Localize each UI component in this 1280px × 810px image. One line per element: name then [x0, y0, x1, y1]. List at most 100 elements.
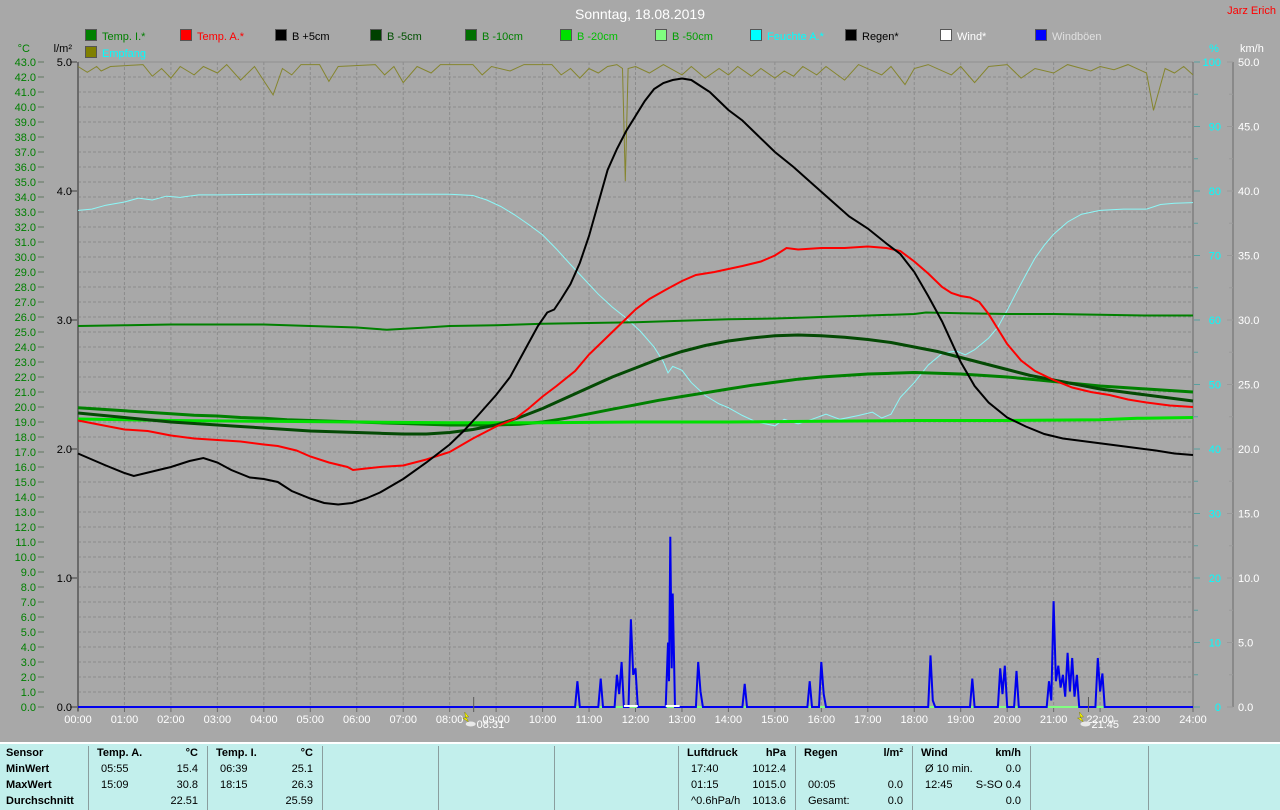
lm2-axis-label: 2.0 [57, 444, 72, 456]
kmh-axis-label: 50.0 [1238, 57, 1259, 69]
stats-col-name: Wind [921, 747, 948, 759]
stats-cell-time: 05:55 [101, 763, 129, 775]
time-axis-label: 07:00 [389, 714, 417, 726]
table-separator [678, 746, 679, 810]
temp-axis-label: 1.0 [21, 687, 36, 699]
stats-cell-time: 18:15 [220, 779, 248, 791]
stats-cell-value: S-SO 0.4 [976, 779, 1021, 791]
temp-axis-label: 33.0 [15, 207, 36, 219]
temp-axis-label: 27.0 [15, 297, 36, 309]
temp-axis-label: 14.0 [15, 492, 36, 504]
pct-axis-label: 10 [1209, 638, 1221, 650]
time-axis-label: 18:00 [900, 714, 928, 726]
table-separator [322, 746, 323, 810]
lm2-axis-label: 4.0 [57, 186, 72, 198]
time-axis-label: 17:00 [854, 714, 882, 726]
temp-axis-label: 30.0 [15, 252, 36, 264]
temp-axis-label: 28.0 [15, 282, 36, 294]
table-separator [912, 746, 913, 810]
kmh-axis-label: 5.0 [1238, 638, 1253, 650]
lm2-axis-label: 5.0 [57, 57, 72, 69]
stats-col-unit: l/m² [883, 747, 903, 759]
stats-cell-time: 12:45 [925, 779, 953, 791]
time-axis-label: 14:00 [715, 714, 743, 726]
lm2-axis-label: 3.0 [57, 315, 72, 327]
stats-cell-value: 0.0 [1006, 763, 1021, 775]
temp-axis-label: 31.0 [15, 237, 36, 249]
stats-cell-value: 22.51 [170, 795, 198, 807]
pct-axis-label: 30 [1209, 509, 1221, 521]
temp-axis-label: 36.0 [15, 162, 36, 174]
time-axis-label: 21:00 [1040, 714, 1068, 726]
temp-axis-label: 2.0 [21, 672, 36, 684]
table-separator [88, 746, 89, 810]
temp-axis-label: 32.0 [15, 222, 36, 234]
temp-axis-label: 20.0 [15, 402, 36, 414]
time-axis-label: 03:00 [204, 714, 232, 726]
time-axis-label: 12:00 [622, 714, 650, 726]
time-axis-label: 20:00 [993, 714, 1021, 726]
stats-cell-value: 15.4 [177, 763, 198, 775]
time-axis-label: 06:00 [343, 714, 371, 726]
temp-axis-label: 0.0 [21, 702, 36, 714]
time-axis-label: 01:00 [111, 714, 139, 726]
temp-axis-label: 40.0 [15, 102, 36, 114]
kmh-axis-label: 40.0 [1238, 186, 1259, 198]
sunrise-icon [463, 712, 476, 727]
pct-axis-label: 60 [1209, 315, 1221, 327]
temp-axis-label: 29.0 [15, 267, 36, 279]
temp-axis-label: 34.0 [15, 192, 36, 204]
stats-cell-value: 25.1 [292, 763, 313, 775]
stats-cell-time: 17:40 [691, 763, 719, 775]
stats-cell-value: 0.0 [1006, 795, 1021, 807]
temp-axis-label: 8.0 [21, 582, 36, 594]
kmh-axis-label: 10.0 [1238, 573, 1259, 585]
marker-time-label: 21:45 [1091, 719, 1119, 731]
temp-axis-label: 37.0 [15, 147, 36, 159]
temp-axis-label: 42.0 [15, 72, 36, 84]
pct-axis-label: 0 [1215, 702, 1221, 714]
temp-axis-label: 43.0 [15, 57, 36, 69]
table-separator [1030, 746, 1031, 810]
pct-axis-label: 70 [1209, 251, 1221, 263]
time-axis-label: 16:00 [808, 714, 836, 726]
temp-axis-label: 22.0 [15, 372, 36, 384]
temp-axis-label: 15.0 [15, 477, 36, 489]
temp-axis-label: 6.0 [21, 612, 36, 624]
temp-axis-label: 17.0 [15, 447, 36, 459]
stats-cell-value: 30.8 [177, 779, 198, 791]
stats-col-unit: °C [301, 747, 313, 759]
temp-axis-label: 3.0 [21, 657, 36, 669]
stats-cell-value: 0.0 [888, 779, 903, 791]
stats-col-name: Regen [804, 747, 838, 759]
temp-axis-label: 18.0 [15, 432, 36, 444]
temp-axis-label: 9.0 [21, 567, 36, 579]
temp-axis-label: 12.0 [15, 522, 36, 534]
temp-axis-label: 23.0 [15, 357, 36, 369]
pct-unit-label: % [1209, 43, 1219, 55]
temp-axis-label: 21.0 [15, 387, 36, 399]
temp-axis-label: 11.0 [15, 537, 36, 549]
time-axis-label: 24:00 [1179, 714, 1207, 726]
kmh-axis-label: 25.0 [1238, 380, 1259, 392]
time-axis-label: 19:00 [947, 714, 975, 726]
time-axis-label: 15:00 [761, 714, 789, 726]
kmh-axis-label: 30.0 [1238, 315, 1259, 327]
stats-cell-time: 15:09 [101, 779, 129, 791]
stats-row-label: MaxWert [6, 779, 52, 791]
weather-app-window: Sonntag, 18.08.2019 Jarz Erich Temp. I.*… [0, 0, 1280, 810]
time-axis-label: 00:00 [64, 714, 92, 726]
temp-axis-label: 38.0 [15, 132, 36, 144]
table-separator [554, 746, 555, 810]
stats-col-unit: °C [186, 747, 198, 759]
stats-cell-time: Ø 10 min. [925, 763, 973, 775]
pct-axis-label: 20 [1209, 573, 1221, 585]
kmh-unit-label: km/h [1240, 43, 1264, 55]
temp-axis-label: 41.0 [15, 87, 36, 99]
time-axis-label: 04:00 [250, 714, 278, 726]
pct-axis-label: 50 [1209, 380, 1221, 392]
lm2-unit-label: l/m² [54, 43, 73, 55]
pct-axis-label: 90 [1209, 122, 1221, 134]
time-axis-label: 05:00 [297, 714, 325, 726]
time-axis-label: 02:00 [157, 714, 185, 726]
